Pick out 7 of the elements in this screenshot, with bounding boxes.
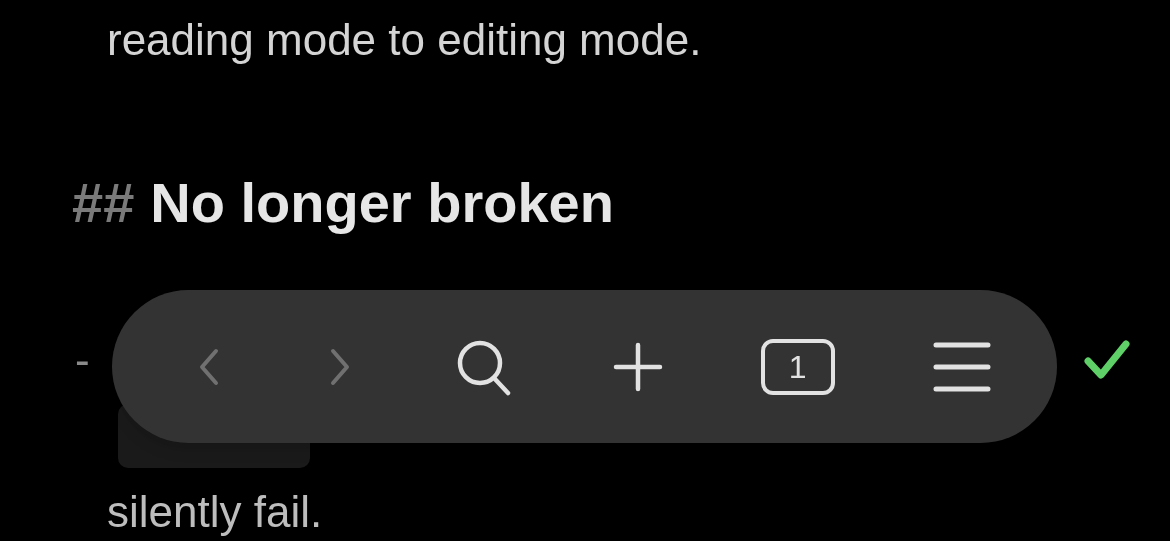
- heading-marker: ##: [72, 175, 135, 231]
- list-marker: -: [75, 338, 90, 382]
- plus-button[interactable]: [611, 340, 664, 393]
- paragraph: reading mode to editing mode.: [107, 18, 702, 62]
- list-text: silently fail.: [107, 490, 323, 534]
- plus-icon: [611, 340, 664, 393]
- tabs-button[interactable]: 1: [760, 338, 835, 395]
